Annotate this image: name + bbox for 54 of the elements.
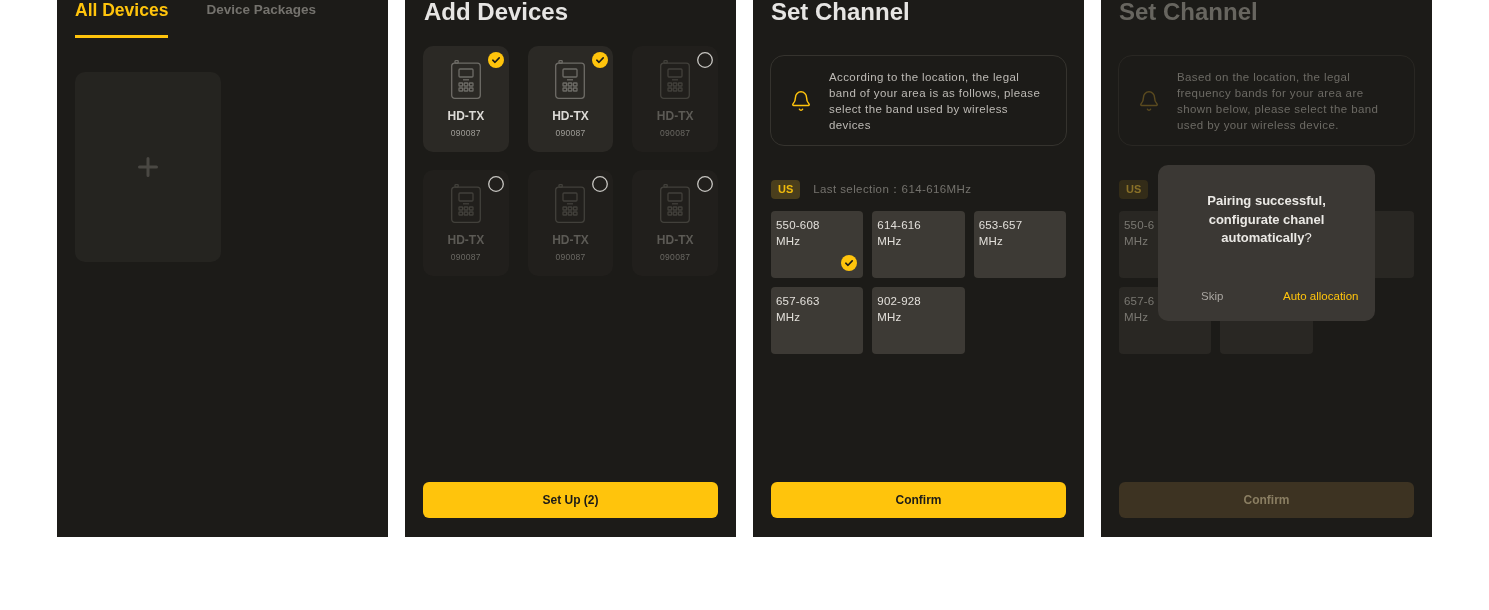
device-name: HD-TX	[552, 109, 589, 123]
bell-icon	[790, 89, 812, 112]
device-serial: 090087	[555, 252, 586, 263]
band-label: MHz	[1124, 234, 1149, 249]
band-label: 550-6	[1124, 218, 1155, 233]
device-serial: 090087	[450, 128, 481, 139]
device-name: HD-TX	[447, 109, 485, 123]
tab[interactable]: All Devices	[75, 0, 169, 38]
band-option[interactable]: 653-657 MHz	[973, 211, 1066, 278]
notice-text: According to the location, the legal band of your area is as follows, please select the band used by wireless devices	[829, 69, 1041, 133]
unchecked-circle-icon[interactable]	[697, 52, 713, 68]
band-option[interactable]: 657-663 MHz	[771, 287, 864, 354]
device-card[interactable]: HD-TX 090087	[423, 46, 509, 152]
screen-title: Add Devices	[423, 0, 570, 24]
set-up-button[interactable]: Set Up (2)	[423, 482, 718, 518]
band-label: 657-6	[1124, 294, 1155, 309]
band-label: MHz	[1124, 310, 1149, 325]
device-name: HD-TX	[447, 233, 485, 247]
transmitter-icon	[555, 184, 586, 223]
band-option[interactable]: 902-928 MHz	[872, 287, 965, 354]
checked-circle-icon[interactable]	[592, 52, 609, 68]
device-serial: 090087	[660, 252, 691, 263]
tab[interactable]: Device Packages	[206, 0, 316, 38]
device-name: HD-TX	[656, 109, 694, 123]
dialog-message: Pairing successful, configurate chanel automatically?	[1206, 192, 1327, 247]
confirm-button[interactable]: Confirm	[771, 482, 1066, 518]
checked-circle-icon[interactable]	[487, 52, 504, 68]
transmitter-icon	[450, 184, 481, 223]
device-serial: 090087	[450, 252, 481, 263]
transmitter-icon	[450, 60, 481, 99]
screen-title: Set Channel	[1118, 0, 1259, 24]
skip-button[interactable]: Skip	[1201, 287, 1224, 305]
bell-icon	[1138, 89, 1160, 112]
notice-text: Based on the location, the legal frequency bands for your area are shown below, please select the band used by your wireless device.	[1177, 69, 1379, 133]
device-serial: 090087	[555, 128, 586, 139]
device-name: HD-TX	[552, 233, 589, 247]
device-serial: 090087	[660, 128, 691, 139]
transmitter-icon	[660, 184, 691, 223]
band-option[interactable]: 550-608 MHz	[771, 211, 864, 278]
plus-icon	[138, 157, 158, 177]
region-tag: US	[1119, 180, 1149, 199]
auto-allocation-button[interactable]: Auto allocation	[1283, 287, 1359, 305]
transmitter-icon	[660, 60, 691, 99]
device-card[interactable]: HD-TX 090087	[527, 46, 614, 152]
band-option[interactable]: 614-616 MHz	[872, 211, 965, 278]
unchecked-circle-icon[interactable]	[487, 176, 504, 192]
unchecked-circle-icon[interactable]	[697, 176, 713, 192]
region-tag: US	[771, 180, 801, 199]
screen-title: Set Channel	[770, 0, 911, 24]
device-name: HD-TX	[656, 233, 694, 247]
unchecked-circle-icon[interactable]	[592, 176, 609, 192]
last-selection-text: Last selection：614-616MHz	[813, 181, 972, 197]
check-icon	[841, 255, 858, 271]
transmitter-icon	[555, 60, 586, 99]
